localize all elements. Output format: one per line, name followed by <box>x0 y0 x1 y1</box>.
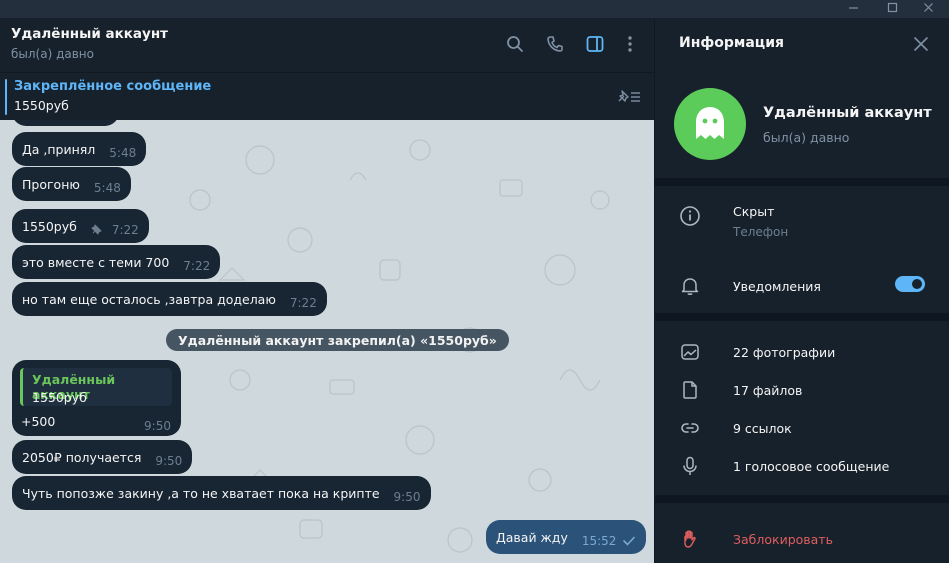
media-files[interactable]: 17 файлов <box>733 383 802 398</box>
message-bubble[interactable]: но там еще осталось ,завтра доделаю 7:22 <box>12 282 327 316</box>
toggle-knob <box>910 277 924 291</box>
message-time: 5:48 <box>109 146 137 160</box>
link-icon <box>681 423 699 433</box>
message-text: 2050₽ получается <box>22 449 142 465</box>
media-links[interactable]: 9 ссылок <box>733 421 792 436</box>
message-text: 1550руб <box>22 218 77 234</box>
message-text: +500 <box>21 414 56 429</box>
info-icon <box>680 206 700 226</box>
block-user-button[interactable]: Заблокировать <box>733 532 833 547</box>
notifications-toggle[interactable] <box>895 276 925 292</box>
profile-status: был(а) давно <box>763 130 850 145</box>
photo-icon <box>681 344 699 360</box>
hand-block-icon <box>684 530 696 548</box>
message-text: это вместе с теми 700 <box>22 254 170 270</box>
profile-name: Удалённый аккаунт <box>763 105 932 121</box>
media-voice[interactable]: 1 голосовое сообщение <box>733 459 889 474</box>
message-text: Давай жду <box>496 529 568 545</box>
pinned-text: 1550руб <box>14 98 69 113</box>
divider <box>655 313 949 321</box>
minimize-button[interactable] <box>838 0 868 14</box>
pinned-indicator <box>5 79 7 115</box>
info-panel: Информация Удалённый аккаунт был(а) давн… <box>654 18 949 563</box>
message-bubble-outgoing[interactable]: Давай жду 15:52 <box>486 520 647 554</box>
search-icon[interactable] <box>505 34 525 54</box>
message-bubble[interactable]: Чуть попозже закину ,а то не хватает пок… <box>12 476 431 510</box>
message-time: 7:22 <box>289 296 317 310</box>
message-text: Чуть попозже закину ,а то не хватает пок… <box>22 485 380 501</box>
file-icon <box>683 381 697 399</box>
message-time: 9:50 <box>144 419 171 433</box>
maximize-icon <box>887 2 897 12</box>
message-bubble-reply[interactable]: Удалённый аккаунт 1550руб +500 9:50 <box>12 360 181 436</box>
microphone-icon <box>683 456 697 475</box>
window-titlebar <box>0 0 949 18</box>
message-bubble[interactable]: Прогоню 5:48 <box>12 167 131 201</box>
close-icon[interactable] <box>913 36 929 52</box>
close-window-button[interactable] <box>913 0 943 14</box>
message-text: Да ,принял <box>22 141 96 157</box>
chat-header[interactable]: Удалённый аккаунт был(а) давно <box>0 18 654 72</box>
divider <box>655 178 949 186</box>
more-icon[interactable] <box>620 34 640 54</box>
message-time: 9:50 <box>155 454 183 468</box>
maximize-button[interactable] <box>877 0 907 14</box>
notifications-label: Уведомления <box>733 279 821 294</box>
service-message: Удалённый аккаунт закрепил(а) «1550руб» <box>166 329 509 351</box>
sidebar-toggle-icon[interactable] <box>585 34 605 54</box>
pinned-title: Закреплённое сообщение <box>14 79 212 94</box>
phone-icon[interactable] <box>545 34 565 54</box>
info-panel-title: Информация <box>679 35 784 51</box>
pin-icon <box>91 224 102 234</box>
divider <box>655 495 949 503</box>
chat-title[interactable]: Удалённый аккаунт <box>11 26 168 42</box>
reply-quote-box[interactable]: Удалённый аккаунт 1550руб <box>20 368 172 406</box>
message-time: 5:48 <box>93 181 121 195</box>
telegram-window: Удалённый аккаунт был(а) давно Закреплён… <box>0 0 949 563</box>
message-bubble[interactable]: 1550руб 7:22 <box>12 209 149 243</box>
message-bubble[interactable]: 2050₽ получается 9:50 <box>12 440 193 474</box>
minimize-icon <box>848 6 858 9</box>
message-text: Прогоню <box>22 176 80 192</box>
bell-icon <box>681 278 699 295</box>
pinned-message-bar[interactable]: Закреплённое сообщение 1550руб <box>0 72 654 120</box>
reply-quote-text: 1550руб <box>32 390 87 405</box>
message-bubble[interactable]: это вместе с теми 700 7:22 <box>12 245 221 279</box>
chat-status: был(а) давно <box>11 47 94 61</box>
message-bubble-partial <box>12 120 119 126</box>
message-time: 15:52 <box>581 534 617 548</box>
read-check-icon <box>623 536 636 546</box>
phone-label: Телефон <box>733 225 789 239</box>
chat-messages-area[interactable]: Да ,принял 5:48 Прогоню 5:48 1550руб 7:2… <box>0 120 654 563</box>
message-time: 7:22 <box>111 223 139 237</box>
ghost-icon <box>696 107 724 139</box>
avatar[interactable] <box>674 88 746 160</box>
phone-value[interactable]: Скрыт <box>733 204 774 219</box>
message-text: но там еще осталось ,завтра доделаю <box>22 291 276 307</box>
close-icon <box>923 2 933 12</box>
message-bubble[interactable]: Да ,принял 5:48 <box>12 132 147 166</box>
media-photos[interactable]: 22 фотографии <box>733 345 835 360</box>
pinned-list-icon[interactable] <box>616 87 642 105</box>
message-time: 7:22 <box>183 259 211 273</box>
message-time: 9:50 <box>393 490 421 504</box>
